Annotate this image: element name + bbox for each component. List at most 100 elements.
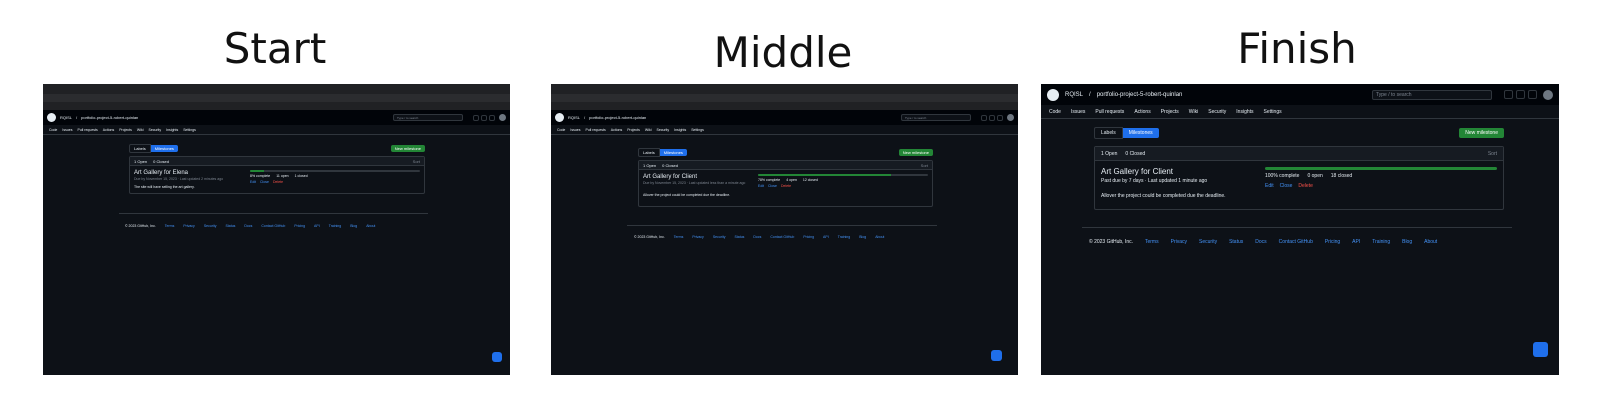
command-icon[interactable]	[1504, 90, 1513, 99]
tab-actions[interactable]: Actions	[103, 128, 114, 132]
tab-security[interactable]: Security	[1208, 109, 1226, 115]
footer-link[interactable]: Pricing	[1325, 239, 1340, 245]
milestone-title[interactable]: Art Gallery for Client	[1101, 167, 1265, 176]
footer-link[interactable]: Training	[838, 235, 851, 239]
footer-link[interactable]: About	[366, 224, 375, 228]
repo-owner[interactable]: RQISL	[568, 115, 580, 120]
close-link[interactable]: Close	[1280, 183, 1293, 189]
footer-link[interactable]: Terms	[1145, 239, 1159, 245]
footer-link[interactable]: Blog	[1402, 239, 1412, 245]
search-input[interactable]: Type / to search	[393, 114, 463, 121]
copilot-button[interactable]	[492, 352, 502, 362]
footer-link[interactable]: Terms	[165, 224, 175, 228]
command-icon[interactable]	[981, 114, 987, 121]
edit-link[interactable]: Edit	[250, 180, 256, 184]
footer-link[interactable]: Contact GitHub	[261, 224, 285, 228]
footer-link[interactable]: Privacy	[1171, 239, 1187, 245]
labels-button[interactable]: Labels	[638, 147, 660, 157]
footer-link[interactable]: Contact GitHub	[770, 235, 794, 239]
footer-link[interactable]: API	[1352, 239, 1360, 245]
closed-filter[interactable]: 0 Closed	[153, 159, 169, 164]
github-logo-icon[interactable]	[555, 113, 564, 122]
footer-link[interactable]: Privacy	[692, 235, 703, 239]
sort-dropdown[interactable]: Sort	[921, 163, 928, 168]
issues-icon[interactable]	[481, 114, 487, 121]
footer-link[interactable]: Training	[1372, 239, 1390, 245]
footer-link[interactable]: Status	[1229, 239, 1243, 245]
footer-link[interactable]: API	[314, 224, 320, 228]
footer-link[interactable]: Pricing	[803, 235, 814, 239]
repo-name[interactable]: portfolio-project-5-robert-quinlan	[81, 115, 138, 120]
search-input[interactable]: Type / to search	[901, 114, 971, 121]
milestone-title[interactable]: Art Gallery for Elena	[134, 170, 250, 176]
open-filter[interactable]: 1 Open	[643, 163, 656, 168]
tab-code[interactable]: Code	[1049, 109, 1061, 115]
delete-link[interactable]: Delete	[781, 184, 791, 188]
tab-insights[interactable]: Insights	[166, 128, 178, 132]
repo-name[interactable]: portfolio-project-5-robert-quinlan	[1097, 92, 1183, 98]
github-logo-icon[interactable]	[47, 113, 56, 122]
command-icon[interactable]	[473, 114, 479, 121]
tab-settings[interactable]: Settings	[183, 128, 196, 132]
milestones-button[interactable]: Milestones	[659, 148, 687, 156]
github-logo-icon[interactable]	[1047, 88, 1059, 101]
tab-code[interactable]: Code	[49, 128, 57, 132]
delete-link[interactable]: Delete	[1298, 183, 1312, 189]
inbox-icon[interactable]	[489, 114, 495, 121]
footer-link[interactable]: Docs	[1255, 239, 1266, 245]
search-input[interactable]: Type / to search	[1372, 89, 1492, 100]
footer-link[interactable]: API	[823, 235, 829, 239]
tab-projects[interactable]: Projects	[119, 128, 132, 132]
footer-link[interactable]: Status	[225, 224, 235, 228]
footer-link[interactable]: Security	[1199, 239, 1217, 245]
footer-link[interactable]: About	[1424, 239, 1437, 245]
labels-button[interactable]: Labels	[129, 143, 151, 153]
copilot-button[interactable]	[991, 350, 1002, 361]
edit-link[interactable]: Edit	[758, 184, 764, 188]
tab-settings[interactable]: Settings	[1264, 109, 1282, 115]
tab-pull-requests[interactable]: Pull requests	[1095, 109, 1124, 115]
repo-name[interactable]: portfolio-project-5-robert-quinlan	[589, 115, 646, 120]
new-milestone-button[interactable]: New milestone	[1459, 127, 1504, 138]
footer-link[interactable]: Training	[329, 224, 342, 228]
close-link[interactable]: Close	[260, 180, 269, 184]
footer-link[interactable]: Docs	[753, 235, 761, 239]
inbox-icon[interactable]	[997, 114, 1003, 121]
open-filter[interactable]: 1 Open	[134, 159, 147, 164]
avatar[interactable]	[499, 114, 506, 121]
tab-wiki[interactable]: Wiki	[1189, 109, 1198, 115]
issues-icon[interactable]	[989, 114, 995, 121]
repo-owner[interactable]: RQISL	[60, 115, 72, 120]
tab-security[interactable]: Security	[148, 128, 161, 132]
avatar[interactable]	[1007, 114, 1014, 121]
footer-link[interactable]: Pricing	[294, 224, 305, 228]
footer-link[interactable]: Blog	[859, 235, 866, 239]
sort-dropdown[interactable]: Sort	[413, 159, 420, 164]
tab-issues[interactable]: Issues	[62, 128, 72, 132]
milestone-title[interactable]: Art Gallery for Client	[643, 174, 758, 180]
close-link[interactable]: Close	[768, 184, 777, 188]
tab-code[interactable]: Code	[557, 128, 565, 132]
edit-link[interactable]: Edit	[1265, 183, 1274, 189]
tab-projects[interactable]: Projects	[627, 128, 640, 132]
new-milestone-button[interactable]: New milestone	[390, 144, 425, 152]
tab-projects[interactable]: Projects	[1161, 109, 1179, 115]
avatar[interactable]	[1543, 89, 1553, 100]
tab-insights[interactable]: Insights	[1236, 109, 1253, 115]
inbox-icon[interactable]	[1528, 90, 1537, 99]
footer-link[interactable]: Blog	[350, 224, 357, 228]
labels-button[interactable]: Labels	[1094, 126, 1123, 139]
footer-link[interactable]: About	[875, 235, 884, 239]
copilot-button[interactable]	[1533, 342, 1548, 357]
tab-wiki[interactable]: Wiki	[137, 128, 144, 132]
sort-dropdown[interactable]: Sort	[1488, 151, 1497, 157]
delete-link[interactable]: Delete	[273, 180, 283, 184]
footer-link[interactable]: Security	[713, 235, 726, 239]
milestones-button[interactable]: Milestones	[1122, 127, 1159, 138]
footer-link[interactable]: Contact GitHub	[1279, 239, 1313, 245]
tab-pull-requests[interactable]: Pull requests	[78, 128, 98, 132]
milestones-button[interactable]: Milestones	[150, 144, 178, 152]
new-milestone-button[interactable]: New milestone	[898, 148, 933, 156]
tab-issues[interactable]: Issues	[570, 128, 580, 132]
tab-actions[interactable]: Actions	[611, 128, 622, 132]
